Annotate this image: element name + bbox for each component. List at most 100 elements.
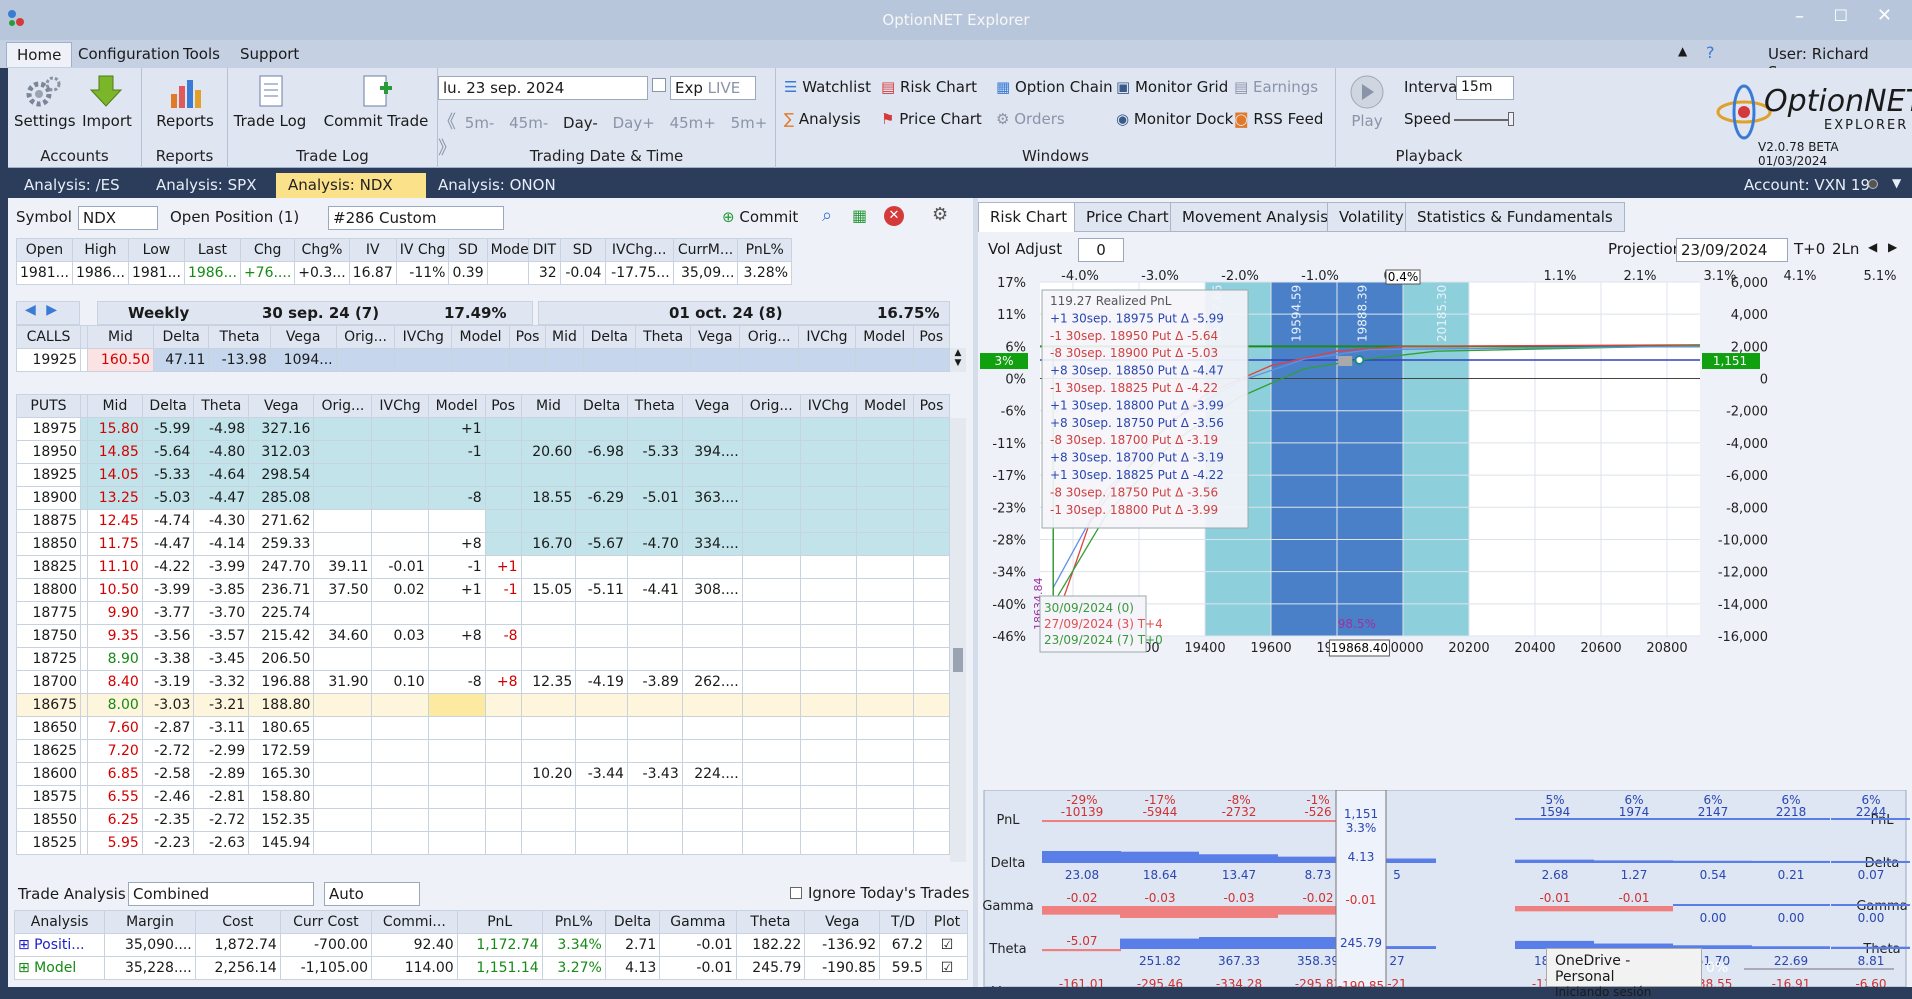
tab-analysis-es[interactable]: Analysis: /ES bbox=[12, 173, 132, 198]
put-row[interactable]: 18825 11.10 -4.22 -3.99 247.70 39.11 -0.01 -1 +1 bbox=[16, 555, 950, 579]
step-back-icon[interactable]: 《 bbox=[438, 112, 456, 133]
rss-feed-button[interactable]: ◙ RSS Feed bbox=[1234, 110, 1323, 128]
ln-label[interactable]: 2Ln bbox=[1832, 240, 1859, 258]
monitor-grid-button[interactable]: ▣ Monitor Grid bbox=[1116, 78, 1228, 96]
put-cell: 31.90 bbox=[313, 670, 373, 694]
tab-analysis-ndx[interactable]: Analysis: NDX ✕ bbox=[276, 173, 426, 212]
put-cell bbox=[313, 716, 373, 740]
auto-select[interactable]: Auto bbox=[324, 882, 420, 906]
put-cell bbox=[484, 509, 522, 533]
onedrive-toast[interactable]: OneDrive - Personal Iniciando sesión bbox=[1546, 948, 1702, 999]
calendar-icon[interactable] bbox=[652, 78, 666, 92]
menu-configuration[interactable]: Configuration bbox=[78, 45, 180, 63]
legend-entry: +8 30sep. 18700 Put Δ -3.19 bbox=[1050, 451, 1224, 465]
import-button[interactable]: Import bbox=[78, 74, 136, 130]
commit-trade-button[interactable]: Commit Trade bbox=[320, 74, 432, 130]
projection-date[interactable]: 23/09/2024 bbox=[1676, 238, 1788, 262]
price-chart-button[interactable]: ⚑ Price Chart bbox=[881, 110, 982, 128]
tab-analysis-onon[interactable]: Analysis: ONON bbox=[426, 173, 568, 198]
put-row[interactable]: 18950 14.85 -5.64 -4.80 312.03 -1 20.60 -6.98 -5… bbox=[16, 440, 950, 464]
prev-expiry-icon[interactable]: ◀ bbox=[25, 302, 36, 318]
play-button[interactable]: Play bbox=[1342, 74, 1392, 130]
put-row[interactable]: 18600 6.85 -2.58 -2.89 165.30 10.20 -3.44 -3.43… bbox=[16, 762, 950, 786]
put-row[interactable]: 18750 9.35 -3.56 -3.57 215.42 34.60 0.03 +8 -8 bbox=[16, 624, 950, 648]
put-row[interactable]: 18875 12.45 -4.74 -4.30 271.62 bbox=[16, 509, 950, 533]
put-row[interactable]: 18900 13.25 -5.03 -4.47 285.08 -8 18.55 -6.29 -5… bbox=[16, 486, 950, 510]
menu-home[interactable]: Home bbox=[6, 42, 73, 67]
plot-checkbox[interactable]: ☑ bbox=[925, 956, 969, 980]
put-row[interactable]: 18575 6.55 -2.46 -2.81 158.80 bbox=[16, 785, 950, 809]
put-row[interactable]: 18675 8.00 -3.03 -3.21 188.80 bbox=[16, 693, 950, 717]
delete-icon[interactable]: ✕ bbox=[884, 206, 904, 226]
calls-scrollbar[interactable]: ▲ ▼ bbox=[950, 348, 966, 372]
risk-chart[interactable]: 6,00017%4,00011%2,0006%00%-2,000-6%-4,00… bbox=[978, 266, 1912, 786]
put-cell bbox=[741, 808, 801, 832]
close-icon[interactable]: ✕ bbox=[1877, 5, 1892, 26]
put-row[interactable]: 18850 11.75 -4.47 -4.14 259.33 +8 16.70 -5.67 -4… bbox=[16, 532, 950, 556]
risk-chart-button[interactable]: ▤ Risk Chart bbox=[881, 78, 977, 96]
ignore-trades-checkbox[interactable] bbox=[790, 887, 802, 899]
reports-button[interactable]: Reports bbox=[150, 74, 220, 130]
next-date-icon[interactable]: ▶ bbox=[1888, 240, 1897, 254]
plot-checkbox[interactable]: ☑ bbox=[925, 933, 969, 957]
exp-live-field[interactable]: Exp LIVE bbox=[670, 76, 756, 100]
put-cell: 285.08 bbox=[248, 486, 315, 510]
put-row[interactable]: 18650 7.60 -2.87 -3.11 180.65 bbox=[16, 716, 950, 740]
put-cell: 215.42 bbox=[248, 624, 315, 648]
vol-adjust-input[interactable]: 0 bbox=[1078, 238, 1124, 262]
analysis-mode-select[interactable]: Combined bbox=[128, 882, 314, 906]
position-select[interactable]: #286 Custom bbox=[328, 206, 504, 230]
puts-scrollbar[interactable] bbox=[950, 418, 966, 862]
collapse-ribbon-icon[interactable]: ▲ bbox=[1678, 44, 1687, 58]
legend-entry: -8 30sep. 18700 Put Δ -3.19 bbox=[1050, 433, 1218, 447]
menu-tools[interactable]: Tools bbox=[183, 45, 220, 63]
interval-select[interactable]: 15m bbox=[1456, 76, 1514, 100]
date-input[interactable]: lu. 23 sep. 2024 bbox=[438, 76, 648, 100]
put-row[interactable]: 18525 5.95 -2.23 -2.63 145.94 bbox=[16, 831, 950, 855]
grid-icon[interactable]: ▦ bbox=[852, 206, 867, 225]
put-row[interactable]: 18700 8.40 -3.19 -3.32 196.88 31.90 0.10 -8 +8 12… bbox=[16, 670, 950, 694]
tab-statistics[interactable]: Statistics & Fundamentals bbox=[1405, 202, 1625, 232]
speed-slider[interactable] bbox=[1454, 119, 1514, 121]
speed-slider-thumb[interactable] bbox=[1508, 112, 1514, 126]
menu-support[interactable]: Support bbox=[240, 45, 299, 63]
put-cell bbox=[520, 555, 577, 579]
put-row[interactable]: 18725 8.90 -3.38 -3.45 206.50 bbox=[16, 647, 950, 671]
tab-analysis-spx[interactable]: Analysis: SPX bbox=[144, 173, 268, 198]
puts-scroll-thumb[interactable] bbox=[953, 648, 963, 672]
put-cell: -3.38 bbox=[141, 647, 195, 671]
option-chain-button[interactable]: ▦ Option Chain bbox=[996, 78, 1113, 96]
commit-button[interactable]: ⊕ Commit bbox=[722, 208, 798, 226]
put-row[interactable]: 18625 7.20 -2.72 -2.99 172.59 bbox=[16, 739, 950, 763]
account-dropdown-icon[interactable]: ▼ bbox=[1892, 176, 1901, 190]
ta-row[interactable]: ⊞ Positi... 35,090.... 1,872.74 -700.00 92.4… bbox=[13, 933, 969, 957]
ta-row[interactable]: ⊞ Model 35,228.... 2,256.14 -1,105.00 114.00… bbox=[13, 956, 969, 980]
put-row[interactable]: 18925 14.05 -5.33 -4.64 298.54 bbox=[16, 463, 950, 487]
put-row[interactable]: 18775 9.90 -3.77 -3.70 225.74 bbox=[16, 601, 950, 625]
symbol-select[interactable]: NDX bbox=[78, 206, 158, 230]
tplus-label[interactable]: T+0 bbox=[1794, 240, 1825, 258]
prev-date-icon[interactable]: ◀ bbox=[1868, 240, 1877, 254]
put-row[interactable]: 18800 10.50 -3.99 -3.85 236.71 37.50 0.02 +1 -1 1… bbox=[16, 578, 950, 602]
orders-button[interactable]: ⚙ Orders bbox=[996, 110, 1065, 128]
analysis-button[interactable]: ∑ Analysis bbox=[784, 110, 861, 128]
maximize-icon[interactable]: ☐ bbox=[1834, 6, 1848, 25]
minimize-icon[interactable]: – bbox=[1795, 6, 1804, 27]
put-row[interactable]: 18975 15.80 -5.99 -4.98 327.16 +1 bbox=[16, 417, 950, 441]
watchlist-button[interactable]: ☰ Watchlist bbox=[784, 78, 871, 96]
tab-movement-analysis[interactable]: Movement Analysis bbox=[1170, 202, 1341, 232]
next-expiry-icon[interactable]: ▶ bbox=[46, 302, 57, 318]
put-row[interactable]: 18550 6.25 -2.35 -2.72 152.35 bbox=[16, 808, 950, 832]
settings-button[interactable]: Settings bbox=[14, 74, 76, 130]
trade-log-button[interactable]: Trade Log bbox=[232, 74, 308, 130]
help-icon[interactable]: ? bbox=[1706, 43, 1715, 62]
tab-price-chart[interactable]: Price Chart bbox=[1074, 202, 1181, 232]
earnings-button[interactable]: ▤ Earnings bbox=[1234, 78, 1318, 96]
monitor-dock-button[interactable]: ◉ Monitor Dock bbox=[1116, 110, 1233, 128]
put-cell: 394.... bbox=[681, 440, 743, 464]
zoom-slider[interactable] bbox=[1744, 968, 1894, 970]
tab-risk-chart[interactable]: Risk Chart bbox=[978, 202, 1080, 232]
tab-volatility[interactable]: Volatility bbox=[1327, 202, 1416, 232]
search-icon[interactable]: ⌕ bbox=[822, 205, 832, 226]
settings-gear-icon[interactable]: ⚙ bbox=[932, 204, 948, 225]
